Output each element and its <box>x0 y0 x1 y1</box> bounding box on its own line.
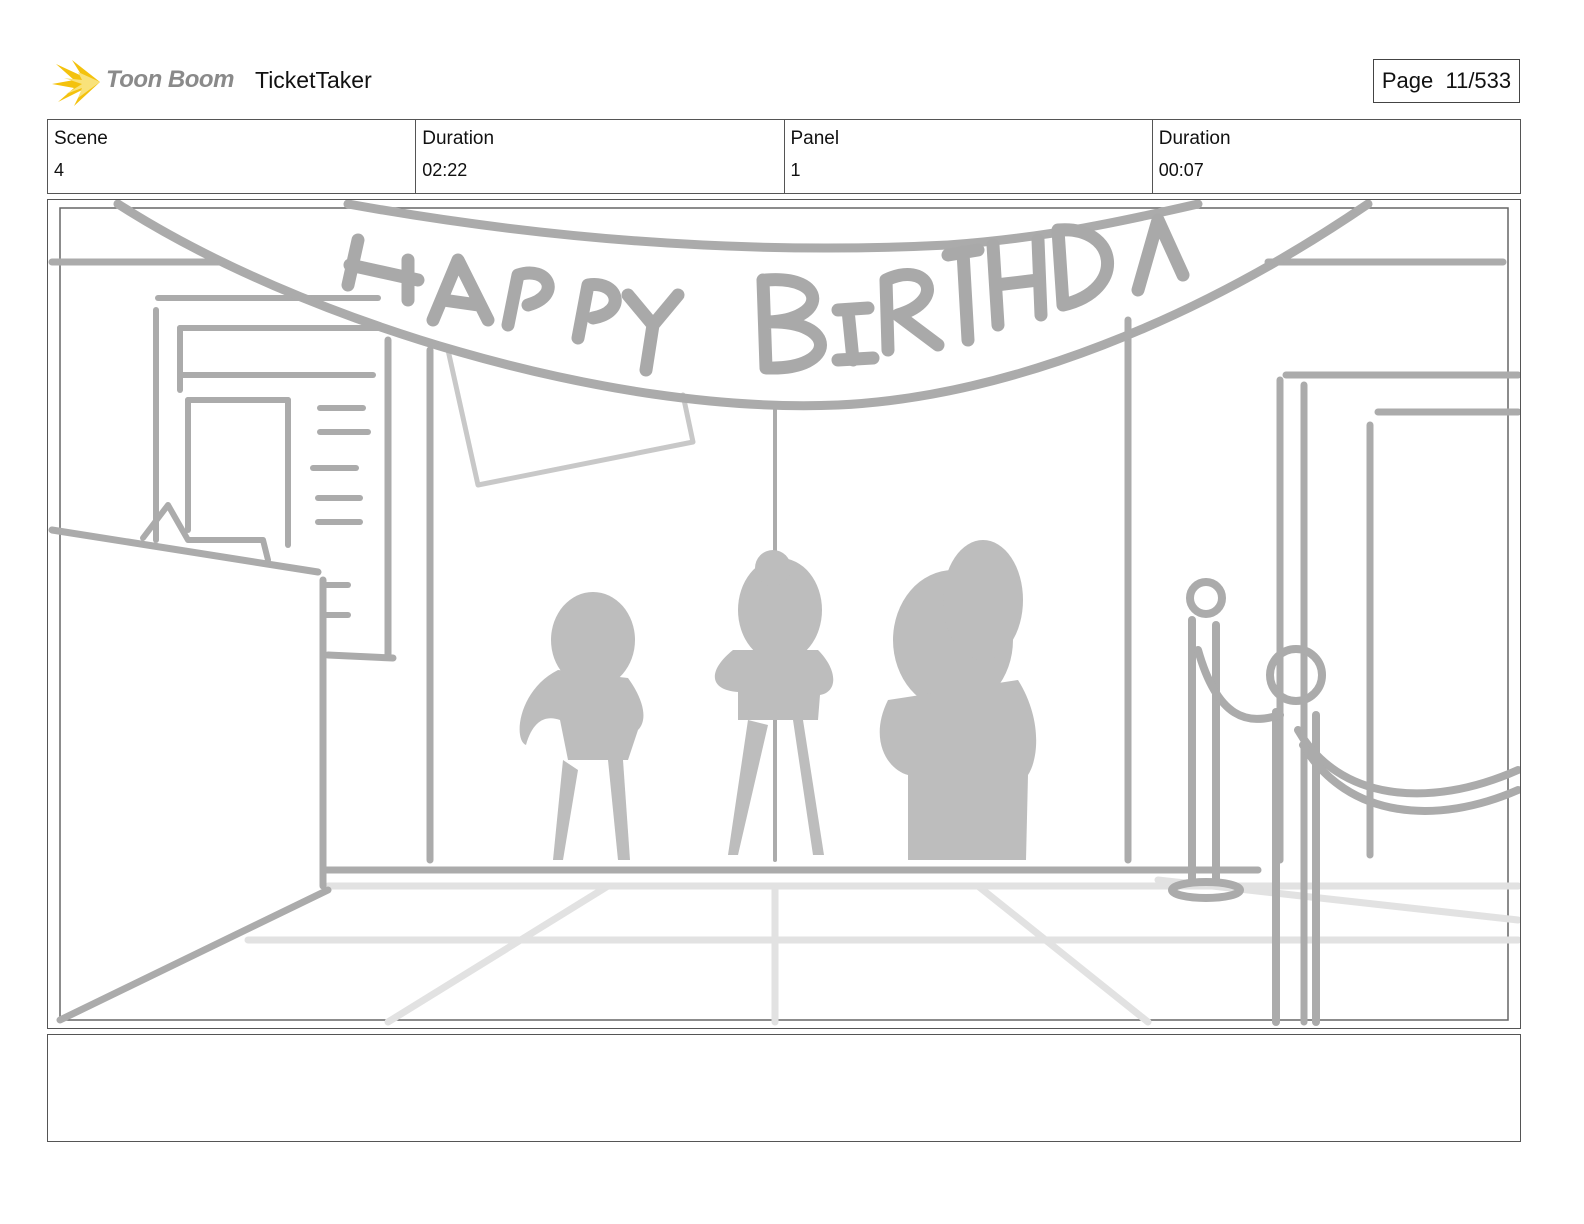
scene-duration-label: Duration <box>422 128 495 149</box>
panel-cell: Panel 1 <box>785 120 1153 193</box>
panel-duration-label: Duration <box>1158 128 1231 149</box>
page-header: Toon Boom TicketTaker <box>50 52 1540 110</box>
storyboard-panel <box>47 199 1521 1029</box>
scene-duration-cell: Duration 02:22 <box>416 120 785 193</box>
scene-label: Scene <box>54 128 108 149</box>
scene-duration-value: 02:22 <box>422 160 468 180</box>
page-indicator: Page 11/533 <box>1373 59 1520 103</box>
panel-label: Panel <box>790 128 840 149</box>
scene-cell: Scene 4 <box>48 120 417 193</box>
panel-info-table: Scene 4 Duration 02:22 Panel 1 Duration … <box>47 119 1521 194</box>
panel-value: 1 <box>790 160 801 180</box>
page-number: 11/533 <box>1445 68 1512 93</box>
panel-notes <box>47 1034 1521 1142</box>
scene-value: 4 <box>54 160 65 180</box>
panel-duration-cell: Duration 00:07 <box>1153 120 1520 193</box>
page-label: Page <box>1381 68 1434 93</box>
panel-duration-value: 00:07 <box>1158 160 1204 180</box>
burst-icon <box>52 60 100 106</box>
toon-boom-logo: Toon Boom <box>52 56 242 108</box>
brand-wordmark: Toon Boom <box>106 66 234 93</box>
panel-sketch <box>48 200 1520 1026</box>
project-title: TicketTaker <box>255 67 372 93</box>
